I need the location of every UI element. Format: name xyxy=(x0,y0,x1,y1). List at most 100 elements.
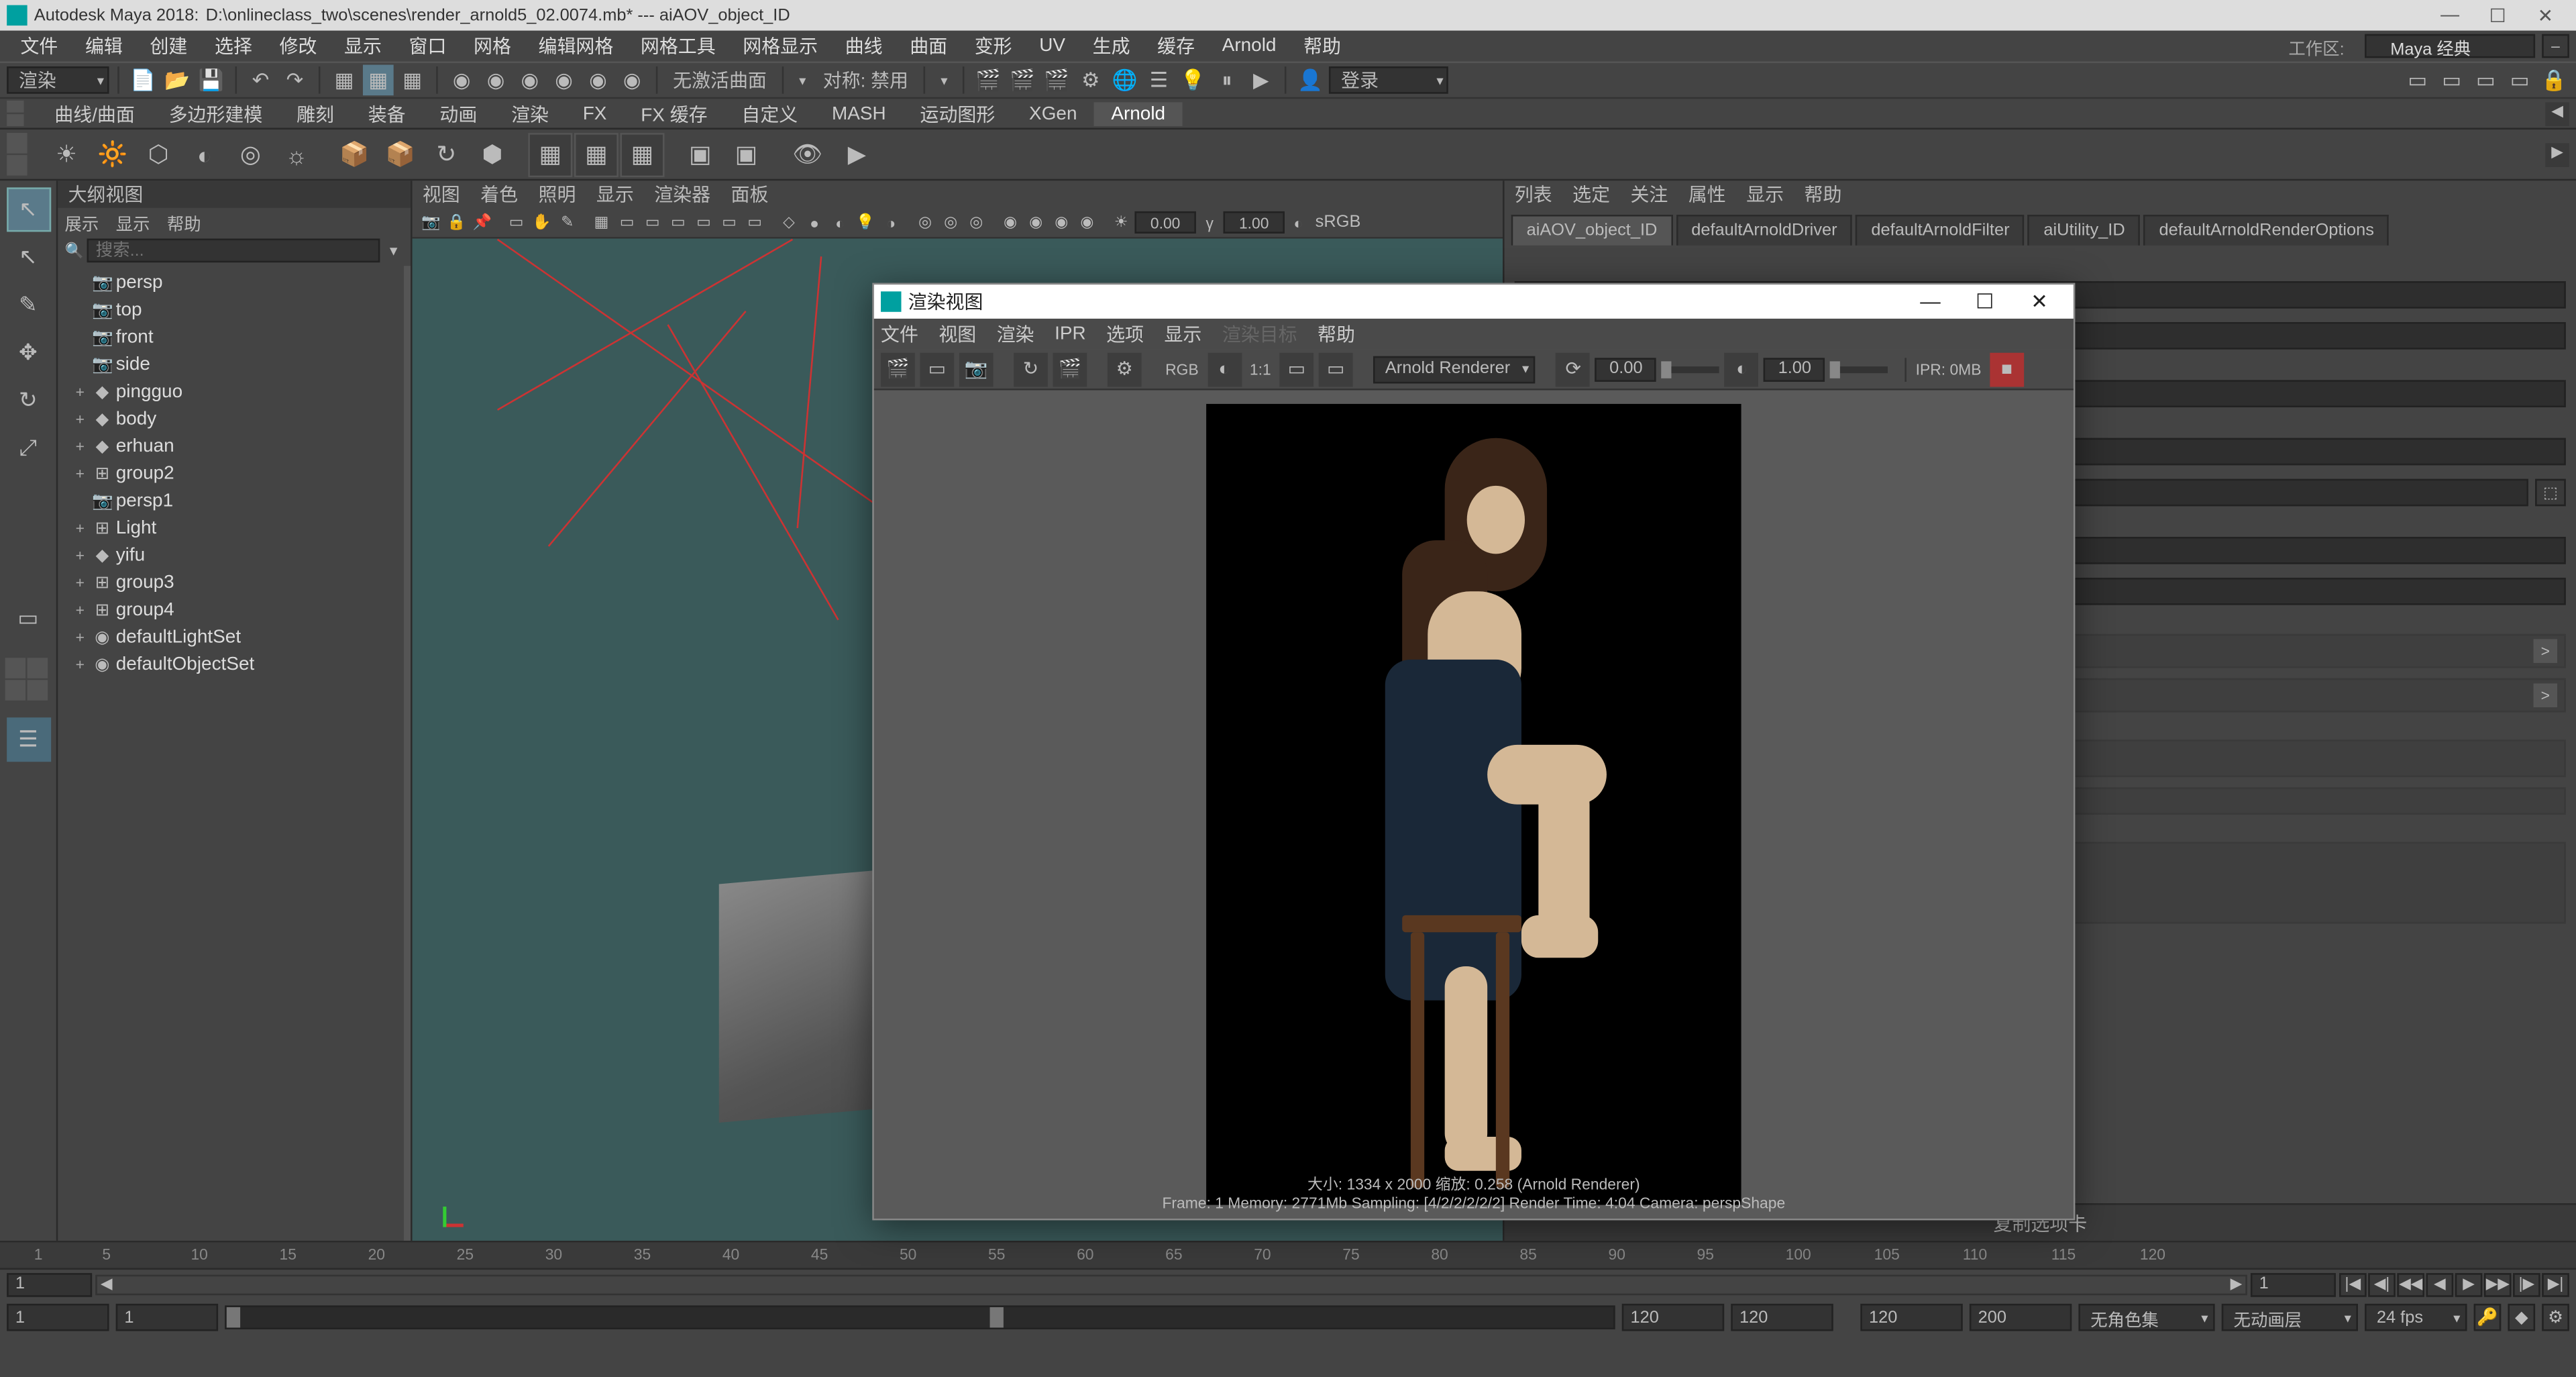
vp-menu-show[interactable]: 显示 xyxy=(596,181,634,208)
layout-four-icon[interactable] xyxy=(26,658,46,678)
rw-menu-options[interactable]: 选项 xyxy=(1106,320,1144,348)
vp-film-gate-icon[interactable]: ▭ xyxy=(615,211,639,235)
attr-tab-utility[interactable]: aiUtility_ID xyxy=(2028,215,2140,246)
vp-gamma-field[interactable]: 0.00 xyxy=(1134,211,1195,234)
rw-menu-ipr[interactable]: IPR xyxy=(1055,324,1086,344)
outliner-menu-display[interactable]: 展示 xyxy=(65,209,99,234)
snap-point-icon[interactable]: ◉ xyxy=(515,65,545,96)
tree-item[interactable]: +◉defaultObjectSet xyxy=(58,651,404,678)
tx-manager-icon[interactable]: ▣ xyxy=(678,132,722,176)
shelf-tab-poly[interactable]: 多边形建模 xyxy=(152,98,279,129)
rw-exposure-hi[interactable]: 1.00 xyxy=(1764,357,1825,381)
vp-field-chart-icon[interactable]: ▭ xyxy=(692,211,716,235)
rw-image-area[interactable]: 大小: 1334 x 2000 缩放: 0.258 (Arnold Render… xyxy=(874,391,2074,1219)
vp-res-gate-icon[interactable]: ▭ xyxy=(641,211,665,235)
select-tool[interactable]: ↖ xyxy=(6,187,50,232)
vp-grease-icon[interactable]: ✎ xyxy=(555,211,580,235)
rw-contrast-icon[interactable]: ◐ xyxy=(1725,352,1759,386)
render-seq-icon[interactable]: 🎬 xyxy=(1041,65,1072,96)
shelf-scroll-right-icon[interactable]: ▶ xyxy=(2545,142,2569,166)
standin-icon[interactable]: 📦 xyxy=(332,132,376,176)
search-dropdown-icon[interactable]: ▾ xyxy=(383,241,403,260)
shelf-tab-fxcache[interactable]: FX 缓存 xyxy=(624,98,724,129)
menu-curves[interactable]: 曲线 xyxy=(831,32,896,60)
arnold-render-icon[interactable]: ▶ xyxy=(835,132,879,176)
rw-titlebar[interactable]: 渲染视图 — ☐ ✕ xyxy=(874,285,2074,319)
rw-menu-file[interactable]: 文件 xyxy=(881,320,918,348)
attr-menu-attrs[interactable]: 属性 xyxy=(1688,181,1726,208)
vp-gamma-icon[interactable]: γ xyxy=(1197,211,1222,235)
tree-item[interactable]: +◉defaultLightSet xyxy=(58,624,404,652)
rw-menu-view[interactable]: 视图 xyxy=(938,320,976,348)
vp-menu-shading[interactable]: 着色 xyxy=(480,181,518,208)
tree-item[interactable]: +◆erhuan xyxy=(58,433,404,460)
attr-menu-selected[interactable]: 选定 xyxy=(1572,181,1610,208)
login-dropdown[interactable]: 登录 xyxy=(1329,66,1448,94)
vp-shadows-icon[interactable]: ◑ xyxy=(879,211,903,235)
charset-dropdown[interactable]: 无角色集 xyxy=(2078,1304,2214,1331)
rw-display-alpha-icon[interactable]: ◐ xyxy=(1207,352,1241,386)
vp-xray-joints-icon[interactable]: ◎ xyxy=(964,211,988,235)
tree-item[interactable]: 📷front xyxy=(58,324,404,352)
rw-close-button[interactable]: ✕ xyxy=(2012,290,2066,314)
range-end-inner[interactable]: 120 xyxy=(1622,1304,1724,1331)
sidebar-toggle-2-icon[interactable]: ▭ xyxy=(2436,65,2467,96)
vp-menu-renderer[interactable]: 渲染器 xyxy=(654,181,710,208)
time-ruler[interactable]: 1 5 10 15 20 25 30 35 40 45 50 55 60 65 … xyxy=(0,1242,2576,1269)
symmetry-text[interactable]: 对称: 禁用 xyxy=(816,66,916,94)
menu-mesh[interactable]: 网格 xyxy=(460,32,525,60)
shelf-tab-arnold[interactable]: Arnold xyxy=(1094,101,1183,125)
render-stop-icon[interactable]: ▶ xyxy=(1246,65,1277,96)
range-start-inner[interactable]: 1 xyxy=(116,1304,218,1331)
outliner-menu-help[interactable]: 帮助 xyxy=(167,209,201,234)
layout-three-icon[interactable] xyxy=(26,680,46,700)
rw-pause-icon[interactable]: ⟳ xyxy=(1556,352,1591,386)
rw-rgb-label[interactable]: RGB xyxy=(1162,360,1202,377)
rw-region-icon[interactable]: ▭ xyxy=(920,352,954,386)
range-slider[interactable] xyxy=(225,1306,1615,1330)
menu-uv[interactable]: UV xyxy=(1026,36,1079,56)
go-button[interactable]: > xyxy=(2534,639,2558,663)
menu-meshdisplay[interactable]: 网格显示 xyxy=(729,32,831,60)
paint-select-tool[interactable]: ✎ xyxy=(6,283,50,327)
photometric-light-icon[interactable]: ◐ xyxy=(182,132,227,176)
vp-xray-icon[interactable]: ◎ xyxy=(938,211,963,235)
mesh-light-icon[interactable]: ⬡ xyxy=(136,132,180,176)
vp-gate-mask-icon[interactable]: ▭ xyxy=(666,211,690,235)
attr-tab-filter[interactable]: defaultArnoldFilter xyxy=(1856,215,2025,246)
shelf-tab-curves[interactable]: 曲线/曲面 xyxy=(38,98,152,129)
menu-edit[interactable]: 编辑 xyxy=(72,32,137,60)
outliner-menu-show[interactable]: 显示 xyxy=(116,209,150,234)
attr-menu-show[interactable]: 显示 xyxy=(1746,181,1784,208)
rw-exposure-lo[interactable]: 0.00 xyxy=(1595,357,1656,381)
shelf-tray-1-icon[interactable] xyxy=(7,133,27,153)
key-back-button[interactable]: ◀◀ xyxy=(2397,1272,2424,1296)
key-fwd-button[interactable]: ▶▶ xyxy=(2484,1272,2512,1296)
sidebar-lock-icon[interactable]: 🔒 xyxy=(2538,65,2569,96)
tree-item[interactable]: +⊞Light xyxy=(58,515,404,542)
volume-icon[interactable]: ↻ xyxy=(424,132,468,176)
attr-menu-help[interactable]: 帮助 xyxy=(1805,181,1842,208)
account-icon[interactable]: 👤 xyxy=(1295,65,1326,96)
current-frame-left[interactable]: 1 xyxy=(7,1272,92,1296)
rw-settings-icon[interactable]: ⚙ xyxy=(1108,352,1142,386)
menu-surfaces[interactable]: 曲面 xyxy=(896,32,961,60)
attr-tab-driver[interactable]: defaultArnoldDriver xyxy=(1676,215,1852,246)
undo-icon[interactable]: ↶ xyxy=(246,65,276,96)
tree-item[interactable]: +⊞group2 xyxy=(58,460,404,488)
tree-item[interactable]: +◆pingguo xyxy=(58,378,404,406)
vp-menu-view[interactable]: 视图 xyxy=(423,181,460,208)
menu-file[interactable]: 文件 xyxy=(7,32,72,60)
render-light-icon[interactable]: 💡 xyxy=(1177,65,1208,96)
physical-sky-icon[interactable]: ☼ xyxy=(274,132,319,176)
vp-menu-panels[interactable]: 面板 xyxy=(731,181,769,208)
rw-menu-render[interactable]: 渲染 xyxy=(997,320,1034,348)
shelf-edit-icon[interactable] xyxy=(7,114,23,126)
render-pause-icon[interactable]: ⏸ xyxy=(1212,65,1242,96)
select-component-icon[interactable]: ▦ xyxy=(397,65,428,96)
attr-menu-list[interactable]: 列表 xyxy=(1515,181,1552,208)
outliner-search-input[interactable] xyxy=(87,239,380,263)
picker-icon[interactable]: ⬚ xyxy=(2535,479,2566,507)
tree-item[interactable]: +⊞group4 xyxy=(58,597,404,624)
vp-exposure-field[interactable]: 1.00 xyxy=(1224,211,1285,234)
